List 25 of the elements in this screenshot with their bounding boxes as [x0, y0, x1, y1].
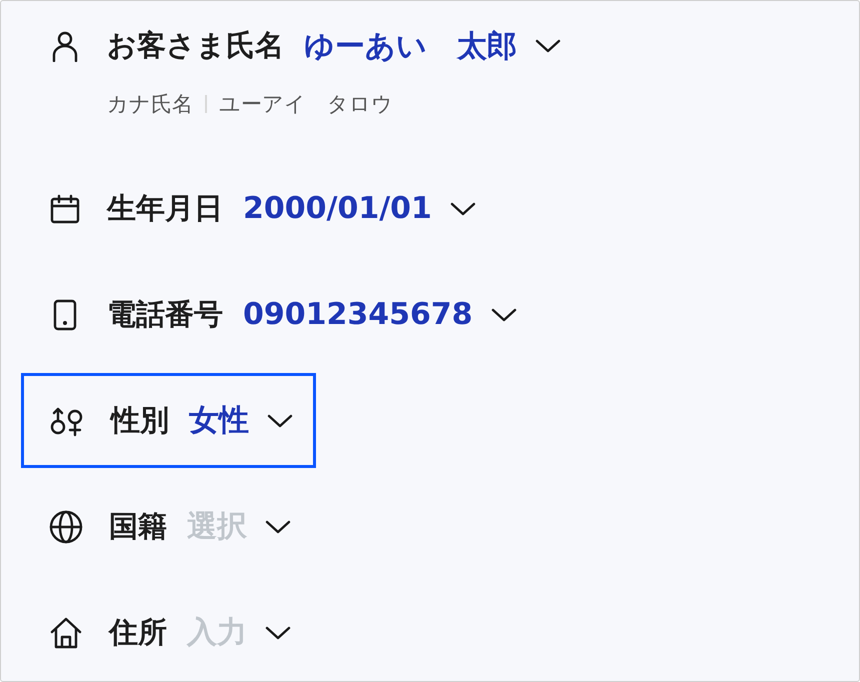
- field-label: 生年月日: [107, 190, 223, 226]
- field-label: 住所: [109, 614, 167, 650]
- field-row[interactable]: 生年月日 2000/01/01: [21, 161, 499, 256]
- field-value: 女性: [189, 402, 249, 440]
- field-value: ゆーあい 太郎: [304, 28, 517, 66]
- field-value: 09012345678: [243, 297, 473, 332]
- chevron-down-icon: [267, 414, 293, 428]
- calendar-icon: [49, 192, 81, 224]
- field-label: 国籍: [109, 508, 167, 544]
- chevron-down-icon: [265, 520, 291, 534]
- field-row[interactable]: 電話番号 09012345678: [21, 267, 540, 362]
- field-value: 2000/01/01: [243, 191, 432, 226]
- chevron-down-icon: [265, 626, 291, 640]
- home-icon: [49, 616, 83, 650]
- field-label: 性別: [111, 402, 169, 438]
- chevron-down-icon: [535, 39, 561, 53]
- field-label: お客さま氏名: [107, 27, 284, 64]
- chevron-down-icon: [490, 308, 517, 322]
- sub-label: カナ氏名: [107, 91, 193, 118]
- chevron-down-icon: [450, 202, 476, 216]
- field-row[interactable]: 性別 女性: [21, 373, 316, 468]
- sub-value: ユーアイ タロウ: [219, 91, 393, 118]
- globe-icon: [49, 510, 83, 544]
- field-label: 電話番号: [107, 296, 223, 332]
- field-row[interactable]: お客さま氏名 ゆーあい 太郎 カナ氏名 ユーアイ タロウ: [21, 1, 584, 150]
